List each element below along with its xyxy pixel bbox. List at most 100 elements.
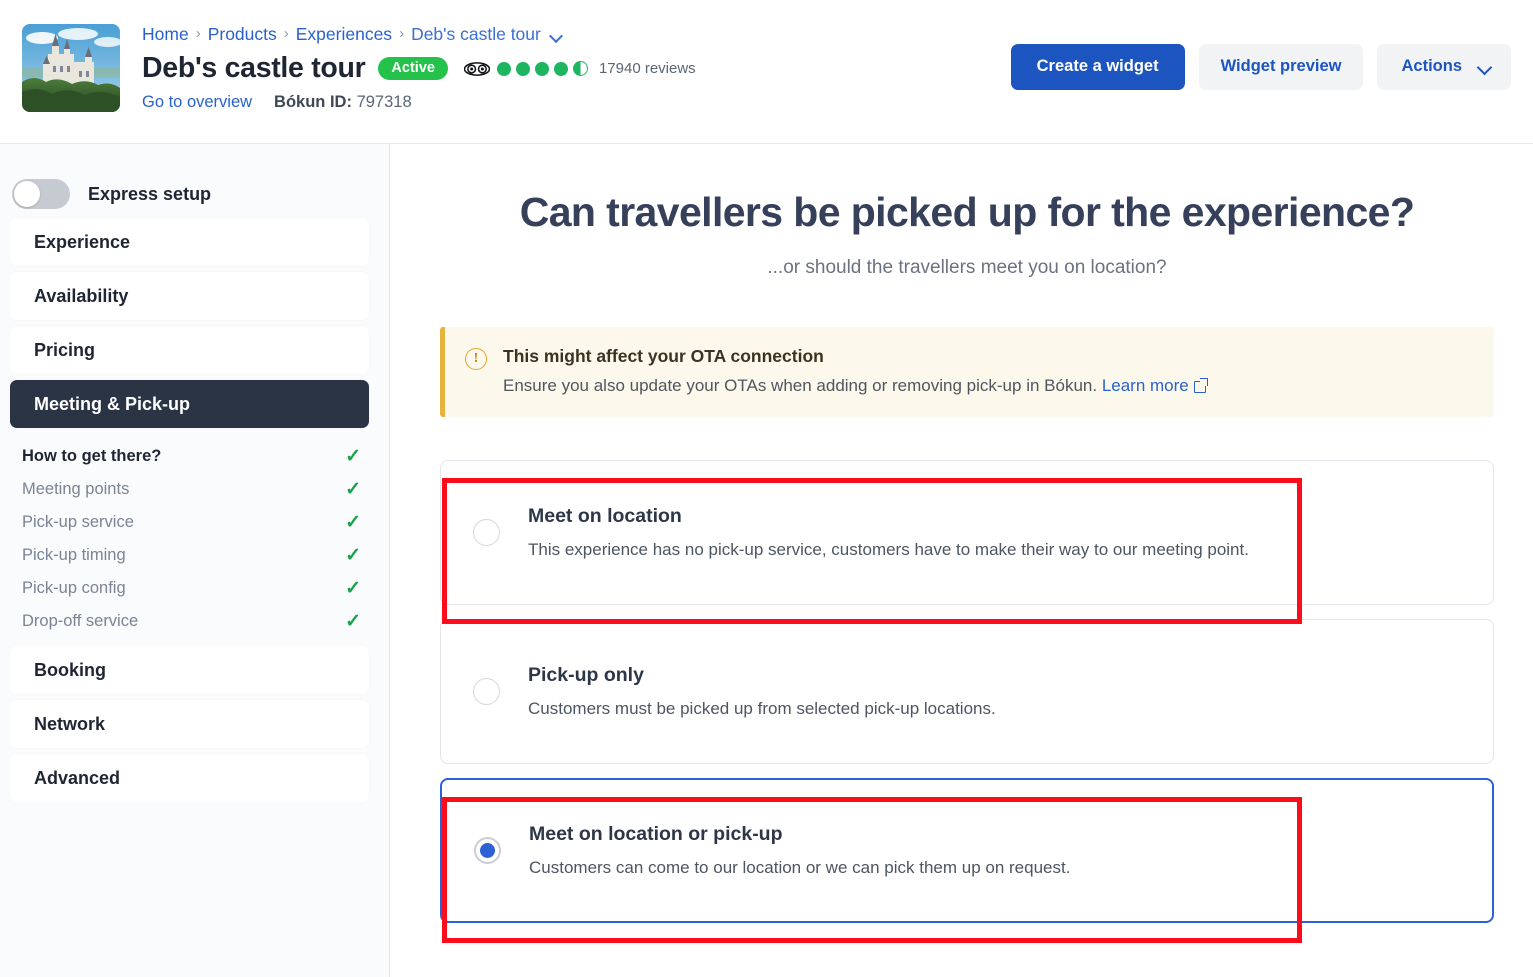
sidebar-item-label: Network — [34, 713, 106, 734]
sidebar-subitem-label: Pick-up timing — [22, 546, 126, 564]
option-description: Customers must be picked up from selecte… — [528, 699, 996, 719]
sidebar-item-experience[interactable]: Experience — [10, 218, 369, 266]
sidebar-subitem-pickup-timing[interactable]: Pick-up timing ✓ — [10, 539, 369, 572]
header-text-block: Home › Products › Experiences › Deb's ca… — [142, 22, 696, 112]
breadcrumb-separator: › — [283, 25, 289, 42]
bokun-id-label: Bókun ID: — [274, 93, 352, 111]
sidebar-item-network[interactable]: Network — [10, 700, 369, 748]
rating-block: 17940 reviews — [463, 60, 696, 77]
notice-title: This might affect your OTA connection — [503, 346, 824, 367]
option-meet-or-pickup[interactable]: Meet on location or pick-up Customers ca… — [440, 778, 1494, 924]
external-link-icon[interactable] — [1193, 378, 1208, 394]
option-text-block: Meet on location This experience has no … — [528, 505, 1249, 560]
sidebar-item-pricing[interactable]: Pricing — [10, 326, 369, 374]
sidebar-subitem-label: Pick-up service — [22, 513, 134, 531]
sidebar-item-booking[interactable]: Booking — [10, 646, 369, 694]
main-subheading: ...or should the travellers meet you on … — [767, 257, 1167, 279]
toggle-knob — [14, 181, 40, 207]
sidebar-item-label: Experience — [34, 231, 131, 252]
option-text-block: Meet on location or pick-up Customers ca… — [529, 823, 1070, 878]
header-actions: Create a widget Widget preview Actions — [1010, 44, 1511, 90]
create-widget-button[interactable]: Create a widget — [1010, 44, 1185, 90]
chevron-down-icon[interactable] — [551, 31, 562, 38]
sidebar-sublist: How to get there? ✓ Meeting points ✓ Pic… — [0, 434, 389, 646]
option-title: Meet on location — [528, 505, 682, 528]
page-title: Deb's castle tour — [142, 52, 366, 84]
sidebar-subitem-label: Drop-off service — [22, 612, 139, 630]
status-badge: Active — [378, 56, 448, 81]
ota-notice-banner: ! This might affect your OTA connection … — [440, 327, 1494, 418]
breadcrumb-item-products[interactable]: Products — [208, 23, 277, 45]
check-icon: ✓ — [345, 512, 361, 533]
sidebar-item-advanced[interactable]: Advanced — [10, 754, 369, 802]
rating-dots — [496, 61, 588, 76]
exclamation-icon: ! — [465, 348, 487, 371]
option-title: Meet on location or pick-up — [529, 823, 783, 846]
page-body: Express setup Experience Availability Pr… — [0, 144, 1533, 977]
sidebar-subitem-meeting-points[interactable]: Meeting points ✓ — [10, 473, 369, 506]
option-text-block: Pick-up only Customers must be picked up… — [528, 664, 996, 719]
sidebar-item-meeting-and-pickup[interactable]: Meeting & Pick-up — [10, 380, 369, 428]
pickup-options-group: Meet on location This experience has no … — [440, 460, 1494, 924]
breadcrumb: Home › Products › Experiences › Deb's ca… — [142, 23, 696, 45]
sidebar-subitem-pickup-config[interactable]: Pick-up config ✓ — [10, 572, 369, 605]
notice-body: Ensure you also update your OTAs when ad… — [503, 376, 1208, 396]
product-meta-row: Go to overview Bókun ID: 797318 — [142, 93, 696, 112]
express-setup-row: Express setup — [0, 144, 389, 218]
bokun-id-value: 797318 — [356, 93, 412, 111]
sidebar: Express setup Experience Availability Pr… — [0, 144, 390, 977]
main-heading: Can travellers be picked up for the expe… — [519, 189, 1415, 235]
rating-dot-filled — [496, 61, 511, 76]
learn-more-link[interactable]: Learn more — [1102, 376, 1189, 395]
breadcrumb-separator: › — [399, 25, 405, 42]
notice-body-text: Ensure you also update your OTAs when ad… — [503, 376, 1098, 396]
radio-meet-on-location[interactable] — [473, 519, 500, 547]
check-icon: ✓ — [345, 479, 361, 500]
option-pickup-only[interactable]: Pick-up only Customers must be picked up… — [440, 619, 1494, 765]
check-icon: ✓ — [345, 578, 361, 599]
page-header: Home › Products › Experiences › Deb's ca… — [0, 0, 1533, 144]
chevron-down-icon — [1478, 62, 1491, 71]
go-to-overview-link[interactable]: Go to overview — [142, 93, 252, 112]
rating-dot-half — [572, 61, 588, 76]
actions-button-label: Actions — [1401, 57, 1462, 75]
sidebar-item-label: Advanced — [34, 767, 121, 788]
check-icon: ✓ — [345, 611, 361, 632]
rating-dot-filled — [515, 61, 530, 76]
breadcrumb-item-current[interactable]: Deb's castle tour — [411, 23, 541, 45]
sidebar-subitem-label: How to get there? — [22, 447, 162, 465]
sidebar-item-availability[interactable]: Availability — [10, 272, 369, 320]
product-thumbnail — [22, 24, 120, 112]
breadcrumb-item-experiences[interactable]: Experiences — [296, 23, 392, 45]
check-icon: ✓ — [345, 446, 361, 467]
breadcrumb-separator: › — [195, 25, 201, 42]
sidebar-item-label: Meeting & Pick-up — [34, 393, 191, 414]
breadcrumb-item-home[interactable]: Home — [142, 23, 189, 45]
main-content: Can travellers be picked up for the expe… — [390, 144, 1533, 977]
main-inner: Can travellers be picked up for the expe… — [390, 144, 1533, 924]
option-title: Pick-up only — [528, 664, 644, 687]
sidebar-subitem-how-to-get-there[interactable]: How to get there? ✓ — [10, 440, 369, 473]
actions-button[interactable]: Actions — [1377, 44, 1511, 90]
option-meet-on-location[interactable]: Meet on location This experience has no … — [440, 460, 1494, 606]
sidebar-item-label: Pricing — [34, 339, 96, 360]
product-title-row: Deb's castle tour Active 17940 reviews — [142, 52, 696, 85]
express-setup-toggle[interactable] — [12, 179, 70, 209]
sidebar-item-label: Availability — [34, 285, 129, 306]
sidebar-subitem-pickup-service[interactable]: Pick-up service ✓ — [10, 506, 369, 539]
rating-dot-filled — [553, 61, 568, 76]
tripadvisor-icon — [463, 61, 490, 76]
widget-preview-button[interactable]: Widget preview — [1198, 44, 1364, 90]
option-description: Customers can come to our location or we… — [529, 858, 1071, 878]
radio-meet-or-pickup[interactable] — [474, 837, 501, 865]
express-setup-label: Express setup — [88, 183, 212, 204]
notice-text-block: This might affect your OTA connection En… — [503, 346, 1208, 396]
check-icon: ✓ — [345, 545, 361, 566]
radio-pickup-only[interactable] — [473, 678, 500, 706]
sidebar-item-label: Booking — [34, 659, 106, 680]
sidebar-subitem-dropoff-service[interactable]: Drop-off service ✓ — [10, 605, 369, 638]
bokun-id: Bókun ID: 797318 — [274, 93, 412, 112]
option-description: This experience has no pick-up service, … — [528, 540, 1249, 560]
castle-photo-icon — [22, 24, 120, 112]
sidebar-subitem-label: Pick-up config — [22, 579, 126, 597]
